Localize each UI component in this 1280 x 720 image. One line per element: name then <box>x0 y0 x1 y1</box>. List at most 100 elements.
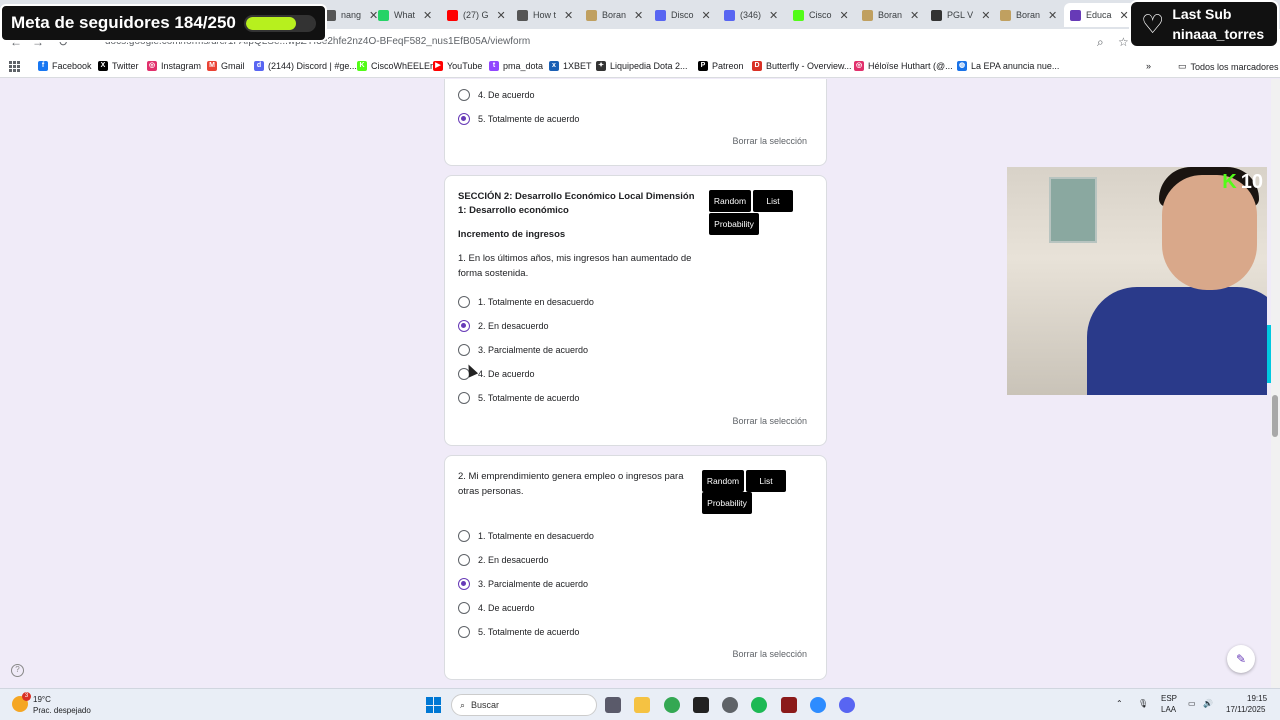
tab-label: nang <box>341 10 362 20</box>
bookmark-item[interactable]: P Patreon <box>698 61 744 71</box>
probability-button[interactable]: Probability <box>709 213 759 235</box>
browser-tab[interactable]: Cisco ✕ <box>793 3 849 27</box>
browser-tab[interactable]: Boran ✕ <box>586 3 643 27</box>
browser-tab[interactable]: Disco ✕ <box>655 3 711 27</box>
radio-option[interactable]: 4. De acuerdo <box>458 602 535 614</box>
radio-option[interactable]: 2. En desacuerdo <box>458 554 549 566</box>
bookmark-item[interactable]: t pma_dota <box>489 61 543 71</box>
radio-option[interactable]: 1. Totalmente en desacuerdo <box>458 530 594 542</box>
spotify-icon[interactable] <box>751 697 767 713</box>
radio-option[interactable]: 3. Parcialmente de acuerdo <box>458 344 588 356</box>
zoom-icon[interactable]: ⌕ <box>1097 35 1104 50</box>
radio-option[interactable]: 5. Totalmente de acuerdo <box>458 392 579 404</box>
radio-option[interactable]: 5. Totalmente de acuerdo <box>458 626 579 638</box>
bookmark-item[interactable]: K CiscoWhEELEr <box>357 61 433 71</box>
discord-icon[interactable] <box>839 697 855 713</box>
task-view-icon[interactable] <box>605 697 621 713</box>
bookmark-item[interactable]: ◍ La EPA anuncia nue... <box>957 61 1059 71</box>
scrollbar-thumb[interactable] <box>1272 395 1278 437</box>
browser-tab[interactable]: (27) G ✕ <box>447 3 506 27</box>
settings-icon[interactable] <box>722 697 738 713</box>
browser-tab[interactable]: PGL V ✕ <box>931 3 990 27</box>
bookmark-item[interactable]: D Butterfly - Overview... <box>752 61 852 71</box>
close-tab-icon[interactable]: ✕ <box>1120 9 1129 22</box>
edit-pencil-icon[interactable]: ✎ <box>1227 645 1255 673</box>
zoom-app-icon[interactable] <box>810 697 826 713</box>
browser-tab[interactable]: How t ✕ <box>517 3 573 27</box>
app-icon[interactable] <box>693 697 709 713</box>
radio-option[interactable]: 1. Totalmente en desacuerdo <box>458 296 594 308</box>
close-tab-icon[interactable]: ✕ <box>497 9 506 22</box>
app-icon[interactable] <box>781 697 797 713</box>
radio-button[interactable] <box>458 320 470 332</box>
file-explorer-icon[interactable] <box>634 697 650 713</box>
browser-tab[interactable]: nang ✕ <box>325 3 378 27</box>
radio-button[interactable] <box>458 344 470 356</box>
close-tab-icon[interactable]: ✕ <box>564 9 573 22</box>
taskbar-search[interactable]: ⌕ Buscar <box>451 694 597 716</box>
bookmark-item[interactable]: f Facebook <box>38 61 92 71</box>
browser-tab[interactable]: Boran ✕ <box>862 3 919 27</box>
tray-chevron-icon[interactable]: ⌃ <box>1116 699 1123 708</box>
radio-button[interactable] <box>458 578 470 590</box>
apps-icon[interactable] <box>9 61 20 72</box>
bookmark-star-icon[interactable]: ☆ <box>1118 35 1129 49</box>
bookmark-item[interactable]: d (2144) Discord | #ge... <box>254 61 357 71</box>
clear-selection-link[interactable]: Borrar la selección <box>732 649 807 659</box>
bookmark-item[interactable]: M Gmail <box>207 61 245 71</box>
microphone-icon[interactable]: 🎙 <box>1138 699 1148 708</box>
radio-button[interactable] <box>458 392 470 404</box>
radio-option[interactable]: 4. De acuerdo <box>458 89 535 101</box>
clear-selection-link[interactable]: Borrar la selección <box>732 136 807 146</box>
close-tab-icon[interactable]: ✕ <box>702 9 711 22</box>
close-tab-icon[interactable]: ✕ <box>369 9 378 22</box>
browser-tab-active[interactable]: Educa ✕ <box>1064 3 1135 27</box>
list-button[interactable]: List <box>753 190 793 212</box>
bookmark-item[interactable]: ▶ YouTube <box>433 61 482 71</box>
start-button[interactable] <box>426 697 442 713</box>
clock-date[interactable]: 17/11/2025 <box>1226 705 1265 714</box>
random-button[interactable]: Random <box>709 190 751 212</box>
browser-tab[interactable]: What ✕ <box>378 3 432 27</box>
language-indicator[interactable]: ESP <box>1161 694 1177 703</box>
close-tab-icon[interactable]: ✕ <box>910 9 919 22</box>
close-tab-icon[interactable]: ✕ <box>423 9 432 22</box>
random-button[interactable]: Random <box>702 470 744 492</box>
radio-option[interactable]: 3. Parcialmente de acuerdo <box>458 578 588 590</box>
close-tab-icon[interactable]: ✕ <box>840 9 849 22</box>
radio-button[interactable] <box>458 89 470 101</box>
close-tab-icon[interactable]: ✕ <box>1048 9 1057 22</box>
radio-button[interactable] <box>458 554 470 566</box>
help-icon[interactable]: ? <box>11 664 24 677</box>
probability-button[interactable]: Probability <box>702 492 752 514</box>
radio-button[interactable] <box>458 296 470 308</box>
page-scrollbar[interactable] <box>1271 79 1280 688</box>
list-button[interactable]: List <box>746 470 786 492</box>
bookmark-item[interactable]: ✦ Liquipedia Dota 2... <box>596 61 688 71</box>
radio-button[interactable] <box>458 530 470 542</box>
chrome-icon[interactable] <box>664 697 680 713</box>
close-tab-icon[interactable]: ✕ <box>769 9 778 22</box>
radio-option[interactable]: 2. En desacuerdo <box>458 320 549 332</box>
network-icon[interactable]: ▭ <box>1188 699 1196 708</box>
volume-icon[interactable]: 🔊 <box>1203 699 1213 708</box>
radio-button[interactable] <box>458 626 470 638</box>
bookmark-item[interactable]: ◎ Instagram <box>147 61 201 71</box>
last-sub-name: ninaaa_torres <box>1172 26 1265 42</box>
close-tab-icon[interactable]: ✕ <box>634 9 643 22</box>
more-bookmarks-icon[interactable]: » <box>1146 61 1151 71</box>
close-tab-icon[interactable]: ✕ <box>981 9 990 22</box>
browser-tab[interactable]: (346) ✕ <box>724 3 778 27</box>
radio-option[interactable]: 5. Totalmente de acuerdo <box>458 113 579 125</box>
section-title: SECCIÓN 2: Desarrollo Económico Local Di… <box>458 191 695 216</box>
browser-tab[interactable]: Boran ✕ <box>1000 3 1057 27</box>
bookmark-item[interactable]: x 1XBET <box>549 61 592 71</box>
all-bookmarks-folder[interactable]: ▭ Todos los marcadores <box>1178 61 1279 72</box>
clear-selection-link[interactable]: Borrar la selección <box>732 416 807 426</box>
radio-button[interactable] <box>458 113 470 125</box>
radio-button[interactable] <box>458 602 470 614</box>
bookmark-item[interactable]: ◎ Héloïse Huthart (@... <box>854 61 953 71</box>
clock-time[interactable]: 19:15 <box>1247 694 1267 703</box>
bookmark-item[interactable]: X Twitter <box>98 61 139 71</box>
keyboard-layout[interactable]: LAA <box>1161 705 1176 714</box>
